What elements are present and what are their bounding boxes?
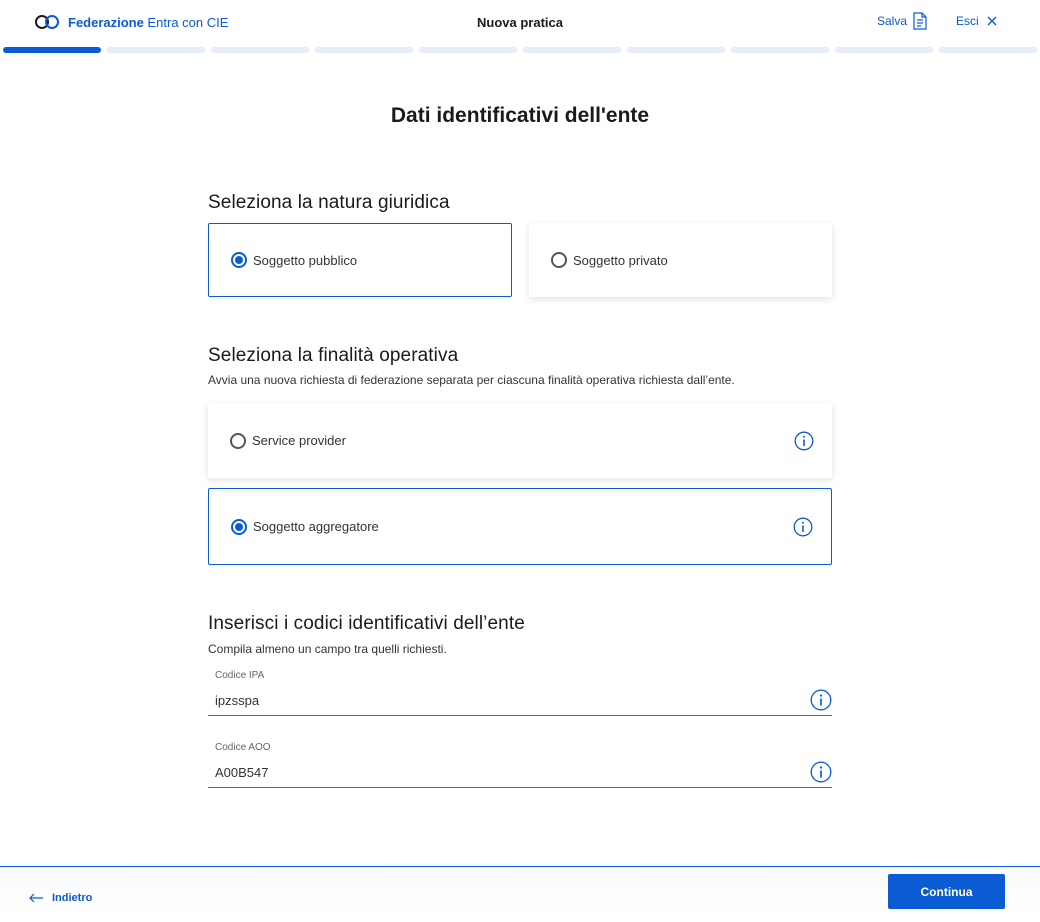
continue-button[interactable]: Continua <box>888 874 1005 909</box>
option-label: Service provider <box>252 433 346 448</box>
option-soggetto-pubblico[interactable]: Soggetto pubblico <box>208 223 512 297</box>
progress-step-7 <box>627 47 725 53</box>
top-bar: Federazione Entra con CIE Nuova pratica … <box>0 0 1040 46</box>
finalita-section-subtitle: Avvia una nuova richiesta di federazione… <box>208 373 735 387</box>
progress-step-4 <box>315 47 413 53</box>
progress-step-9 <box>835 47 933 53</box>
info-icon[interactable] <box>810 689 832 711</box>
save-button[interactable]: Salva <box>877 12 927 30</box>
progress-step-8 <box>731 47 829 53</box>
wizard-progress <box>3 47 1037 53</box>
finalita-section-title: Seleziona la finalità operativa <box>208 345 459 366</box>
exit-button[interactable]: Esci <box>956 14 997 28</box>
back-label: Indietro <box>52 892 93 904</box>
codici-section-subtitle: Compila almeno un campo tra quelli richi… <box>208 642 447 656</box>
option-soggetto-aggregatore[interactable]: Soggetto aggregatore <box>208 488 832 565</box>
close-icon <box>987 16 997 26</box>
field-label: Codice IPA <box>215 670 265 681</box>
option-label: Soggetto privato <box>573 252 668 268</box>
footer-background <box>0 867 1040 922</box>
arrow-left-icon <box>29 893 43 903</box>
progress-step-10 <box>939 47 1037 53</box>
progress-step-6 <box>523 47 621 53</box>
info-icon[interactable] <box>794 431 814 451</box>
codice-ipa-field[interactable]: Codice IPA ipzsspa <box>208 667 832 716</box>
info-icon[interactable] <box>793 517 813 537</box>
back-button[interactable]: Indietro <box>28 892 92 904</box>
codice-ipa-input[interactable]: ipzsspa <box>215 693 259 708</box>
natura-section-title: Seleziona la natura giuridica <box>208 192 450 213</box>
info-icon[interactable] <box>810 761 832 783</box>
radio-soggetto-aggregatore[interactable] <box>231 518 247 535</box>
exit-label: Esci <box>956 14 979 28</box>
option-label: Soggetto aggregatore <box>253 519 379 534</box>
codice-aoo-input[interactable]: A00B547 <box>215 765 269 780</box>
radio-soggetto-pubblico[interactable] <box>231 252 247 268</box>
option-label: Soggetto pubblico <box>253 252 358 268</box>
progress-step-2 <box>107 47 205 53</box>
field-label: Codice AOO <box>215 742 271 753</box>
option-service-provider[interactable]: Service provider <box>208 403 832 478</box>
save-label: Salva <box>877 14 908 28</box>
progress-step-5 <box>419 47 517 53</box>
codici-section-title: Inserisci i codici identificativi dell’e… <box>208 613 525 634</box>
codice-aoo-field[interactable]: Codice AOO A00B547 <box>208 739 832 788</box>
progress-step-1 <box>3 47 101 53</box>
page-title: Dati identificativi dell'ente <box>390 104 650 127</box>
progress-step-3 <box>211 47 309 53</box>
radio-service-provider[interactable] <box>230 432 246 449</box>
option-soggetto-privato[interactable]: Soggetto privato <box>529 223 832 297</box>
document-icon <box>913 12 927 30</box>
radio-soggetto-privato[interactable] <box>551 252 567 268</box>
